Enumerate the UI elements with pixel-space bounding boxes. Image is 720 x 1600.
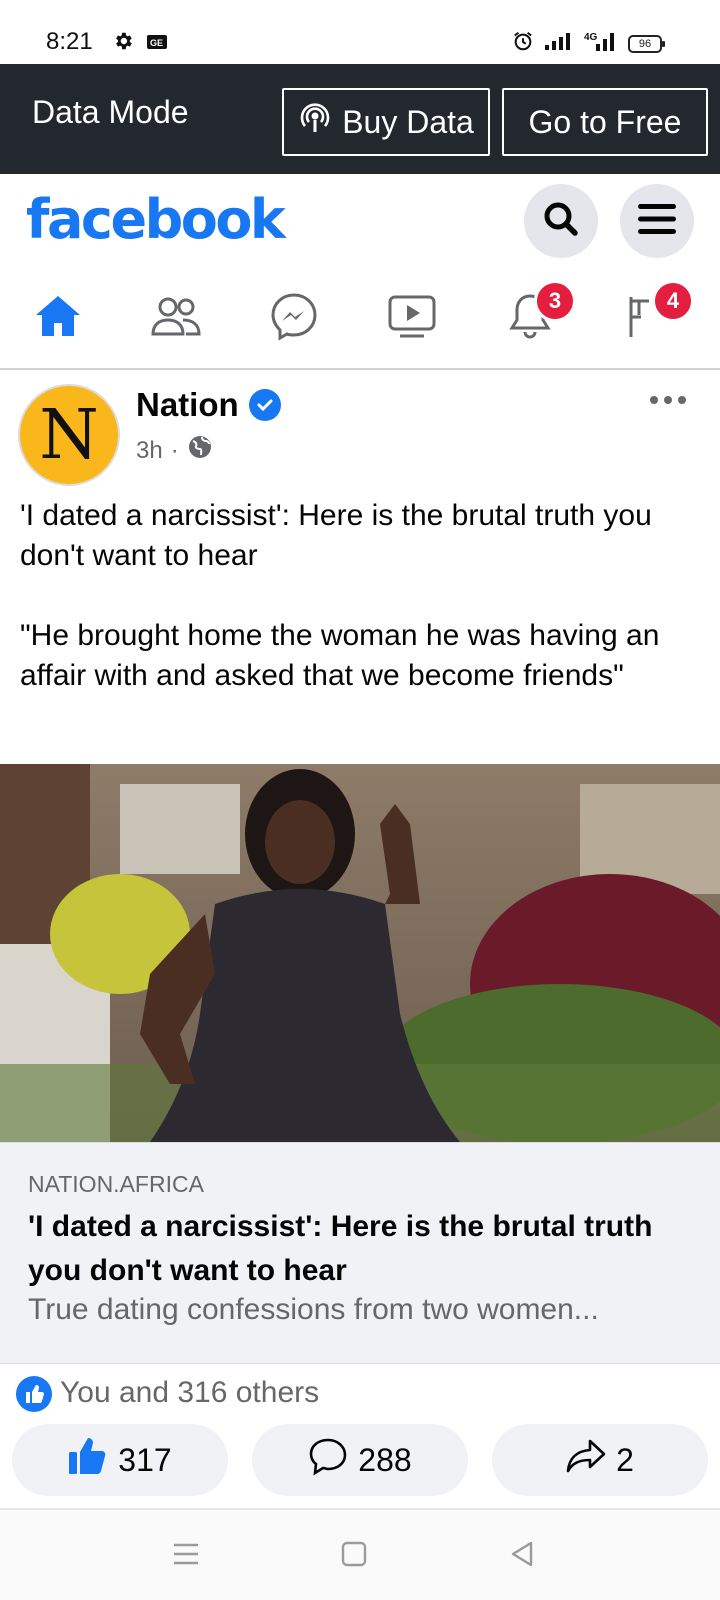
avatar-letter: N: [39, 395, 99, 475]
friends-icon: [150, 294, 202, 343]
video-icon: [387, 293, 437, 344]
like-button[interactable]: 317: [12, 1424, 228, 1496]
app-header: facebook: [0, 174, 720, 266]
share-icon: [566, 1438, 606, 1482]
battery-icon: 96: [628, 34, 665, 53]
comment-button[interactable]: 288: [252, 1424, 468, 1496]
status-time: 8:21: [46, 28, 93, 55]
dot-icon: [664, 396, 672, 404]
buy-data-button[interactable]: Buy Data: [282, 88, 490, 156]
messenger-icon: [269, 291, 319, 346]
svg-text:4G: 4G: [584, 32, 598, 43]
globe-icon: [187, 434, 213, 467]
broadcast-icon: [298, 101, 332, 143]
link-title: 'I dated a narcissist': Here is the brut…: [28, 1210, 653, 1287]
post-image[interactable]: [0, 764, 720, 1142]
post-actions: 317 288 2: [0, 1424, 720, 1504]
nav-messenger[interactable]: [264, 288, 324, 348]
nav-home[interactable]: [28, 288, 88, 348]
status-icons: 4G 96: [512, 30, 665, 57]
reaction-text: You and 316 others: [60, 1376, 320, 1409]
author-name[interactable]: Nation: [136, 386, 281, 424]
nav-friends[interactable]: [146, 288, 206, 348]
home-system-button[interactable]: [334, 1536, 374, 1576]
post-time: 3h: [136, 436, 163, 464]
search-icon: [541, 199, 581, 244]
sim-icon: GE: [146, 34, 168, 55]
pages-badge: 4: [652, 280, 694, 322]
svg-text:GE: GE: [150, 38, 163, 48]
go-to-free-button[interactable]: Go to Free: [502, 88, 708, 156]
reaction-summary[interactable]: You and 316 others: [0, 1368, 720, 1422]
data-mode-bar: Data Mode Buy Data Go to Free: [0, 64, 720, 174]
more-options-button[interactable]: [650, 396, 686, 404]
comment-icon: [308, 1436, 348, 1484]
post-meta: 3h ·: [136, 434, 213, 467]
search-button[interactable]: [524, 184, 598, 258]
menu-button[interactable]: [620, 184, 694, 258]
signal-icon: [544, 31, 574, 56]
main-nav: 3 4: [0, 266, 720, 370]
gear-icon: [112, 30, 134, 57]
nav-pages[interactable]: 4: [618, 280, 694, 348]
verified-badge-icon: [248, 389, 281, 421]
like-icon: [68, 1437, 108, 1483]
like-count: 317: [118, 1441, 172, 1478]
post-header: N Nation 3h ·: [0, 372, 720, 494]
dot-icon: [678, 396, 686, 404]
post-text: 'I dated a narcissist': Here is the brut…: [20, 496, 700, 696]
signal-4g-icon: 4G: [584, 30, 618, 57]
go-to-free-label: Go to Free: [528, 103, 682, 140]
home-square-icon: [341, 1541, 367, 1572]
nav-notifications[interactable]: 3: [500, 280, 576, 348]
link-preview[interactable]: NATION.AFRICA 'I dated a narcissist': He…: [0, 1142, 720, 1364]
nav-watch[interactable]: [382, 288, 442, 348]
dot-icon: [650, 396, 658, 404]
like-reaction-icon: [16, 1376, 52, 1412]
alarm-icon: [512, 30, 534, 57]
back-button[interactable]: [502, 1536, 542, 1576]
share-button[interactable]: 2: [492, 1424, 708, 1496]
post-text-headline: 'I dated a narcissist': Here is the brut…: [20, 499, 652, 572]
facebook-logo[interactable]: facebook: [26, 188, 286, 251]
meta-separator: ·: [170, 436, 179, 464]
recent-apps-button[interactable]: [166, 1536, 206, 1576]
recent-apps-icon: [172, 1542, 200, 1571]
system-navigation-bar: [0, 1510, 720, 1600]
buy-data-label: Buy Data: [342, 103, 474, 140]
notifications-badge: 3: [534, 280, 576, 322]
link-domain: NATION.AFRICA: [28, 1171, 204, 1197]
status-bar: 8:21 GE 4G 96: [0, 0, 720, 64]
link-description: True dating confessions from two women..…: [28, 1293, 599, 1326]
back-triangle-icon: [509, 1540, 535, 1573]
post-text-quote: "He brought home the woman he was having…: [20, 619, 660, 692]
hamburger-menu-icon: [637, 201, 677, 242]
home-icon: [33, 293, 83, 344]
comment-count: 288: [358, 1441, 412, 1478]
data-mode-label: Data Mode: [32, 94, 189, 130]
share-count: 2: [616, 1441, 634, 1478]
avatar[interactable]: N: [18, 384, 120, 486]
author-name-label: Nation: [136, 386, 239, 423]
